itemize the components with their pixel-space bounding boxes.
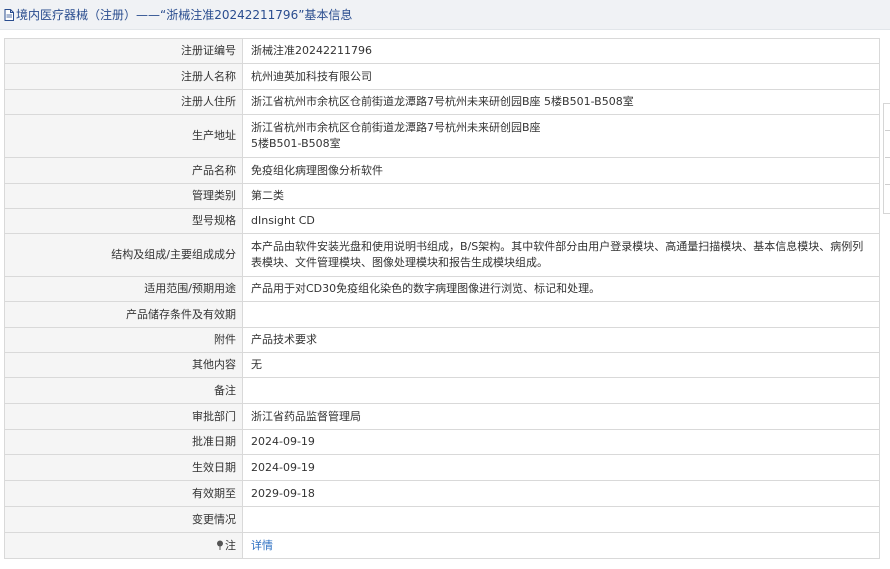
field-value: 2029-09-18 [242,480,880,507]
field-value: 杭州迪英加科技有限公司 [242,63,880,90]
side-widget-divider [885,184,890,185]
field-label: 结构及组成/主要组成成分 [4,233,243,277]
table-row: 批准日期 2024-09-19 [4,429,880,455]
side-scroll-widget[interactable] [883,103,890,214]
field-label: 注册人名称 [4,63,243,90]
table-row: 备注 [4,377,880,404]
field-label: 生产地址 [4,114,243,158]
table-row: 注册证编号 浙械注准20242211796 [4,38,880,64]
field-label: 有效期至 [4,480,243,507]
field-value: 产品用于对CD30免疫组化染色的数字病理图像进行浏览、标记和处理。 [242,276,880,302]
table-row: 审批部门 浙江省药品监督管理局 [4,403,880,430]
field-label: 变更情况 [4,506,243,533]
table-row: 变更情况 [4,506,880,533]
note-label-text: 注 [225,538,236,552]
field-label: 附件 [4,327,243,353]
field-value: 2024-09-19 [242,454,880,481]
field-value: 浙江省杭州市余杭区仓前街道龙潭路7号杭州未来研创园B座 5楼B501-B508室 [242,89,880,115]
field-label: 审批部门 [4,403,243,430]
table-row: 管理类别 第二类 [4,183,880,209]
field-value: 免疫组化病理图像分析软件 [242,157,880,184]
field-value: dInsight CD [242,208,880,234]
document-icon [4,8,14,21]
field-value: 本产品由软件安装光盘和使用说明书组成，B/S架构。其中软件部分由用户登录模块、高… [242,233,880,277]
field-label: 产品名称 [4,157,243,184]
side-widget-divider [885,157,890,158]
field-value [242,377,880,404]
field-value [242,301,880,328]
field-label: 型号规格 [4,208,243,234]
table-row: 型号规格 dInsight CD [4,208,880,234]
table-row: 生效日期 2024-09-19 [4,454,880,481]
table-row: 注册人住所 浙江省杭州市余杭区仓前街道龙潭路7号杭州未来研创园B座 5楼B501… [4,89,880,115]
field-label: 管理类别 [4,183,243,209]
page-title-bar: 境内医疗器械（注册）——“浙械注准20242211796”基本信息 [0,0,890,30]
details-link[interactable]: 详情 [251,539,273,552]
table-row: 注册人名称 杭州迪英加科技有限公司 [4,63,880,90]
table-row: 结构及组成/主要组成成分 本产品由软件安装光盘和使用说明书组成，B/S架构。其中… [4,233,880,277]
note-label: 注 [4,532,243,559]
table-row: 附件 产品技术要求 [4,327,880,353]
field-label: 备注 [4,377,243,404]
page-title: 境内医疗器械（注册）——“浙械注准20242211796”基本信息 [16,8,353,22]
field-value: 浙械注准20242211796 [242,38,880,64]
field-value: 第二类 [242,183,880,209]
field-value: 2024-09-19 [242,429,880,455]
side-widget-divider [885,130,890,131]
field-label: 生效日期 [4,454,243,481]
field-value: 浙江省杭州市余杭区仓前街道龙潭路7号杭州未来研创园B座 5楼B501-B508室 [242,114,880,158]
field-value: 浙江省药品监督管理局 [242,403,880,430]
field-value [242,506,880,533]
field-value: 无 [242,352,880,378]
field-value: 产品技术要求 [242,327,880,353]
note-row: 注 详情 [4,532,880,559]
table-row: 有效期至 2029-09-18 [4,480,880,507]
table-row: 适用范围/预期用途 产品用于对CD30免疫组化染色的数字病理图像进行浏览、标记和… [4,276,880,302]
field-label: 注册人住所 [4,89,243,115]
field-label: 其他内容 [4,352,243,378]
field-label: 适用范围/预期用途 [4,276,243,302]
device-info-table: 注册证编号 浙械注准20242211796 注册人名称 杭州迪英加科技有限公司 … [4,38,880,559]
table-row: 生产地址 浙江省杭州市余杭区仓前街道龙潭路7号杭州未来研创园B座 5楼B501-… [4,114,880,158]
table-row: 产品储存条件及有效期 [4,301,880,328]
table-row: 产品名称 免疫组化病理图像分析软件 [4,157,880,184]
field-label: 批准日期 [4,429,243,455]
note-value: 详情 [242,532,880,559]
pin-icon [217,540,223,550]
table-row: 其他内容 无 [4,352,880,378]
field-label: 产品储存条件及有效期 [4,301,243,328]
field-label: 注册证编号 [4,38,243,64]
